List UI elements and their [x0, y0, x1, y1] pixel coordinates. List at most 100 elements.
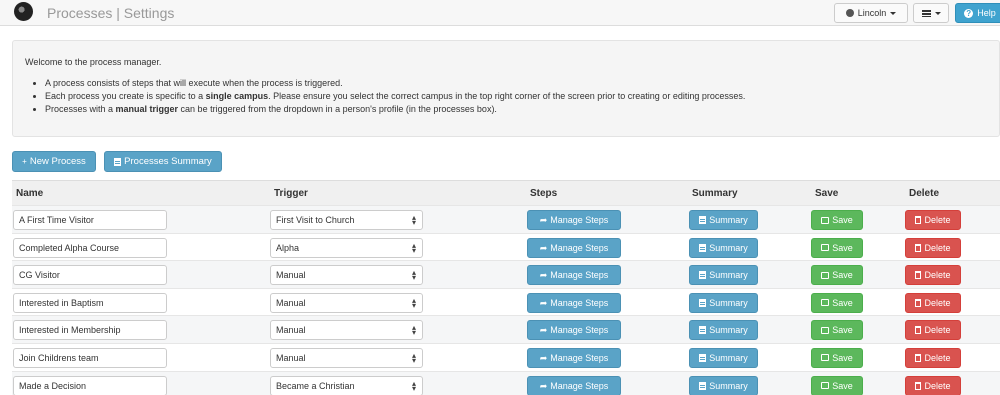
manage-steps-button[interactable]: ➦ Manage Steps — [527, 237, 621, 258]
processes-summary-button[interactable]: Processes Summary — [104, 151, 222, 172]
steps-label: Manage Steps — [550, 215, 609, 225]
trash-icon — [915, 271, 922, 280]
chevron-down-icon — [934, 11, 941, 15]
intro-panel: Welcome to the process manager. A proces… — [12, 40, 1000, 137]
summary-label: Summary — [709, 380, 748, 391]
manage-steps-button[interactable]: ➦ Manage Steps — [527, 320, 621, 341]
delete-button[interactable]: Delete — [905, 292, 961, 313]
trigger: Alpha — [276, 242, 300, 253]
share-arrow-icon: ➦ — [539, 380, 548, 391]
trigger-select[interactable]: Manual ▴ ▾ — [270, 265, 423, 286]
summary-label: Summary — [709, 242, 748, 253]
process-name-input[interactable]: Completed Alpha Course — [13, 237, 167, 258]
summary-label: Summary — [709, 325, 748, 336]
campus-label: Lincoln — [857, 8, 887, 18]
manage-steps-button[interactable]: ➦ Manage Steps — [527, 292, 621, 313]
process-name-input[interactable]: Join Childrens team — [13, 347, 167, 368]
save-button[interactable]: Save — [811, 347, 863, 368]
save-button[interactable]: Save — [811, 237, 863, 258]
table-body: A First Time Visitor First Visit to Chur… — [12, 205, 1000, 395]
save-button[interactable]: Save — [811, 292, 863, 313]
save-label: Save — [832, 352, 853, 363]
table-row: Interested in Baptism Manual ▴ ▾ ➦ Manage… — [12, 287, 1000, 316]
process-name-input[interactable]: A First Time Visitor — [13, 210, 167, 230]
help-label: Help — [977, 8, 996, 18]
save-icon — [821, 382, 830, 390]
manage-steps-button[interactable]: ➦ Manage Steps — [527, 375, 621, 395]
save-icon — [821, 354, 830, 362]
trigger-select[interactable]: Manual ▴ ▾ — [270, 320, 423, 341]
delete-label: Delete — [924, 380, 951, 391]
new-process-button[interactable]: + New Process — [12, 151, 96, 172]
intro-welcome: Welcome to the process manager. — [25, 57, 162, 67]
delete-button[interactable]: Delete — [905, 375, 961, 395]
trigger-select[interactable]: Became a Christian ▴ ▾ — [270, 375, 423, 395]
delete-button[interactable]: Delete — [905, 210, 961, 230]
summary-button[interactable]: Summary — [689, 237, 758, 258]
campus-selector-button[interactable]: Lincoln — [834, 3, 908, 23]
select-arrows-icon: ▴ ▾ — [411, 213, 416, 227]
bullet-text: . Please ensure you select the correct c… — [268, 91, 746, 101]
process-name-input[interactable]: Made a Decision — [13, 375, 167, 395]
trigger-select[interactable]: Manual ▴ ▾ — [270, 292, 423, 313]
manage-steps-button[interactable]: ➦ Manage Steps — [527, 265, 621, 286]
save-icon — [821, 216, 830, 224]
save-button[interactable]: Save — [811, 210, 863, 230]
steps-label: Manage Steps — [550, 352, 609, 363]
trigger-select[interactable]: Manual ▴ ▾ — [270, 347, 423, 368]
document-icon — [699, 216, 707, 224]
help-button[interactable]: ? Help — [955, 3, 1000, 23]
delete-button[interactable]: Delete — [905, 347, 961, 368]
list-menu-button[interactable] — [913, 3, 949, 23]
process-name-input[interactable]: CG Visitor — [13, 265, 167, 286]
document-icon — [699, 353, 707, 362]
select-arrows-icon: ▴ ▾ — [411, 268, 416, 283]
manage-steps-button[interactable]: ➦ Manage Steps — [527, 210, 621, 230]
summary-button[interactable]: Summary — [689, 320, 758, 341]
select-arrows-icon: ▴ ▾ — [411, 378, 416, 393]
summary-label: Summary — [709, 215, 748, 225]
church-logo-icon — [14, 2, 33, 21]
summary-button[interactable]: Summary — [689, 347, 758, 368]
trigger-select[interactable]: Alpha ▴ ▾ — [270, 237, 423, 258]
process-name-input[interactable]: Interested in Membership — [13, 320, 167, 341]
save-button[interactable]: Save — [811, 375, 863, 395]
name: Join Childrens team — [19, 352, 99, 363]
bullet-bold: manual trigger — [115, 104, 179, 114]
process-name-input[interactable]: Interested in Baptism — [13, 292, 167, 313]
save-button[interactable]: Save — [811, 320, 863, 341]
header-delete: Delete — [909, 188, 940, 199]
delete-button[interactable]: Delete — [905, 237, 961, 258]
summary-button[interactable]: Summary — [689, 375, 758, 395]
table-row: Join Childrens team Manual ▴ ▾ ➦ Manage S… — [12, 342, 1000, 371]
trash-icon — [915, 326, 922, 335]
header-steps: Steps — [530, 188, 558, 199]
document-icon — [699, 326, 707, 335]
trash-icon — [915, 381, 922, 390]
delete-button[interactable]: Delete — [905, 265, 961, 286]
header-summary: Summary — [692, 188, 738, 199]
save-button[interactable]: Save — [811, 265, 863, 286]
bullet-text: Each process you create is specific to a — [45, 91, 206, 101]
trigger: Manual — [276, 270, 306, 281]
share-arrow-icon: ➦ — [539, 352, 548, 363]
plus-icon: + — [22, 156, 27, 166]
chevron-down-icon — [890, 11, 897, 15]
summary-label: Summary — [709, 270, 748, 281]
delete-label: Delete — [924, 242, 951, 253]
summary-button[interactable]: Summary — [689, 210, 758, 230]
summary-button[interactable]: Summary — [689, 292, 758, 313]
select-arrows-icon: ▴ ▾ — [411, 295, 416, 310]
summary-button[interactable]: Summary — [689, 265, 758, 286]
bullet-text: can be triggered from the dropdown in a … — [178, 104, 497, 114]
save-label: Save — [832, 215, 853, 225]
intro-bullet: A process consists of steps that will ex… — [45, 77, 987, 90]
table-header: Name Trigger Steps Summary Save Delete — [12, 180, 1000, 205]
steps-label: Manage Steps — [550, 325, 609, 336]
delete-button[interactable]: Delete — [905, 320, 961, 341]
manage-steps-button[interactable]: ➦ Manage Steps — [527, 347, 621, 368]
trigger-select[interactable]: First Visit to Church ▴ ▾ — [270, 210, 423, 230]
table-row: CG Visitor Manual ▴ ▾ ➦ Manage Steps Summ… — [12, 260, 1000, 288]
save-label: Save — [832, 270, 853, 281]
steps-label: Manage Steps — [550, 380, 609, 391]
